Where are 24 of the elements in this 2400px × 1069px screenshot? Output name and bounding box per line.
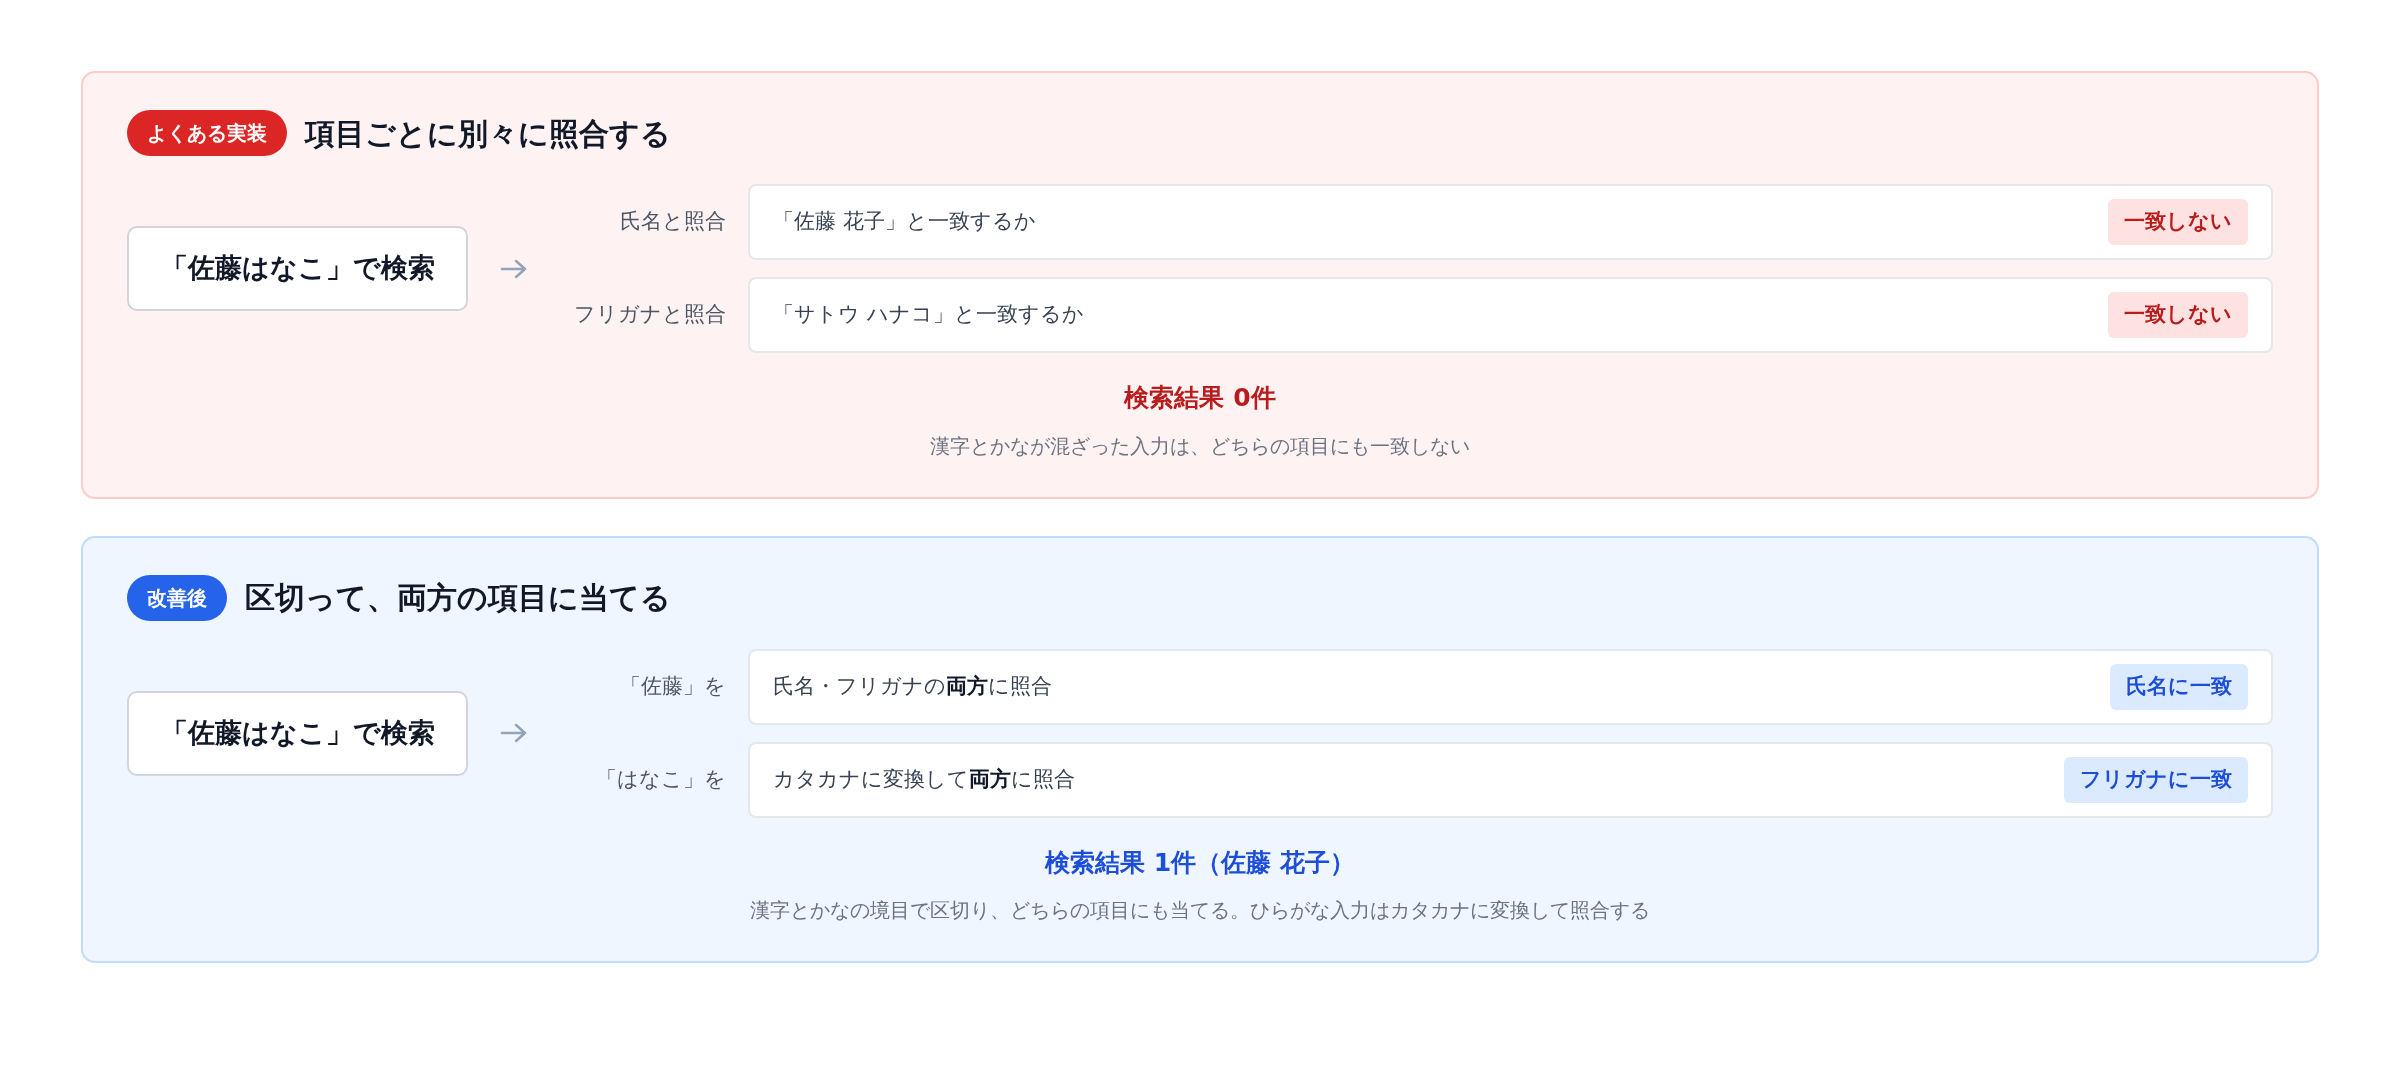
match-text: カタカナに変換して両方に照合 [773,765,1075,793]
section-title: 項目ごとに別々に照合する [305,114,671,153]
result-tag: フリガナに一致 [2064,756,2248,803]
row-label: 氏名と照合 [620,208,726,236]
row-label: 「佐藤」を [620,672,726,700]
result-tag: 一致しない [2108,292,2248,338]
result-tag: 氏名に一致 [2110,663,2248,710]
note-text: 漢字とかなが混ざった入力は、どちらの項目にも一致しない [929,432,1471,460]
arrow-icon [500,257,528,280]
query-box: 「佐藤はなこ」で検索 [127,690,468,776]
result-tag: 一致しない [2108,199,2248,245]
query-box: 「佐藤はなこ」で検索 [127,226,468,311]
tag: 改善後 [127,574,227,621]
match-text: 「佐藤 花子」と一致するか [773,208,1036,236]
match-text: 氏名・フリガナの両方に照合 [773,672,1052,700]
note-text: 漢字とかなの境目で区切り、どちらの項目にも当てる。ひらがな入力はカタカナに変換して照合する [749,897,1651,924]
result-title: 検索結果 1件（佐藤 花子） [1043,846,1356,879]
section-title: 区切って、両方の項目に当てる [245,579,671,617]
tag: よくある実装 [127,110,287,156]
row-label: フリガナと照合 [574,301,726,329]
arrow-icon [500,722,528,744]
result-title: 検索結果 0件 [1122,382,1277,414]
row-label: 「はなこ」を [596,765,726,793]
match-text: 「サトウ ハナコ」と一致するか [773,301,1084,329]
